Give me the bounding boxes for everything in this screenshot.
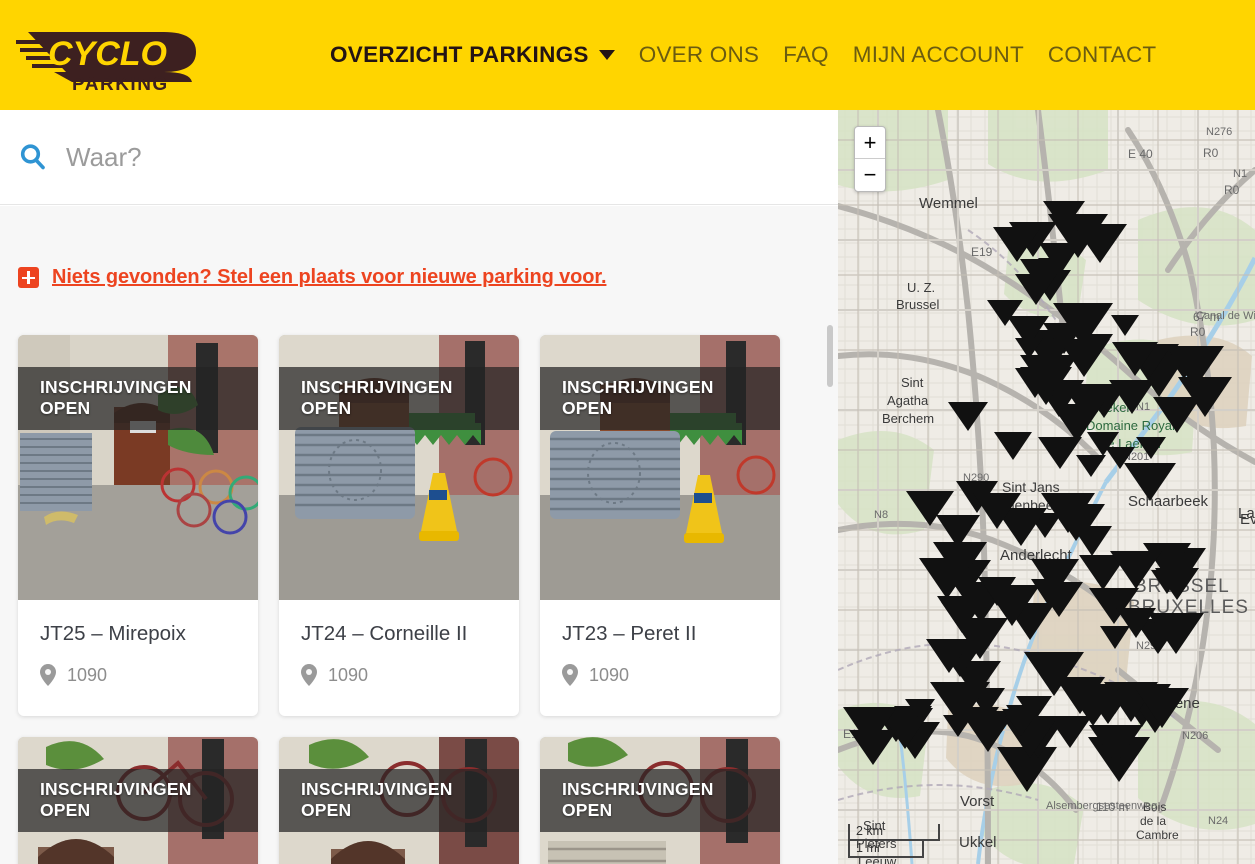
nav-label: MIJN ACCOUNT	[852, 42, 1024, 67]
parking-zip: 1090	[67, 664, 108, 685]
suggest-new-parking-link[interactable]: Niets gevonden? Stel een plaats voor nie…	[52, 266, 607, 289]
parking-card-image: INSCHRIJVINGEN OPEN	[279, 335, 519, 600]
nav-label: OVER ONS	[638, 42, 760, 67]
map-panel[interactable]: Wemmel U. Z. Brussel Sint Agatha Berchem Sint …	[838, 110, 1255, 864]
status-badge: INSCHRIJVINGEN OPEN	[279, 367, 519, 431]
parking-card-body: JT23 – Peret II 1090	[540, 600, 780, 716]
nav-label: OVERZICHT PARKINGS	[330, 42, 589, 67]
parking-card[interactable]: INSCHRIJVINGEN OPEN JT23 – Peret II 1090	[540, 335, 780, 716]
map-pin-icon	[562, 664, 578, 686]
nav-item-mijn-account[interactable]: MIJN ACCOUNT	[853, 42, 1048, 68]
parking-location: 1090	[40, 664, 236, 686]
list-scrollbar[interactable]	[827, 206, 835, 864]
parking-zip: 1090	[328, 664, 369, 685]
nav-label: CONTACT	[1047, 42, 1157, 67]
status-badge: INSCHRIJVINGEN OPEN	[279, 769, 519, 833]
parking-location: 1090	[562, 664, 758, 686]
map-tiles	[838, 110, 1255, 864]
status-badge: INSCHRIJVINGEN OPEN	[540, 367, 780, 431]
svg-text:PARKING: PARKING	[72, 74, 169, 95]
parking-card-image: INSCHRIJVINGEN OPEN	[279, 737, 519, 864]
search-icon[interactable]	[16, 140, 50, 174]
scale-mi-label: 1 mi	[848, 841, 924, 858]
nav-item-faq[interactable]: FAQ	[783, 42, 853, 68]
zoom-out-button[interactable]: −	[855, 159, 885, 191]
parking-zip: 1090	[589, 664, 630, 685]
parking-card[interactable]: INSCHRIJVINGEN OPEN	[279, 737, 519, 864]
map-pin-icon	[301, 664, 317, 686]
search-input[interactable]	[66, 141, 666, 173]
logo-icon: CYCLO PARKING	[16, 32, 196, 95]
parking-list-panel: Niets gevonden? Stel een plaats voor nie…	[0, 206, 838, 864]
map-scale-bar: 2 km 1 mi	[848, 824, 940, 858]
parking-card[interactable]: INSCHRIJVINGEN OPEN JT24 – Corneille II …	[279, 335, 519, 716]
suggest-new-parking-row[interactable]: Niets gevonden? Stel een plaats voor nie…	[18, 266, 607, 289]
parking-card[interactable]: INSCHRIJVINGEN OPEN	[540, 737, 780, 864]
main-navigation: OVERZICHT PARKINGS OVER ONS FAQ MIJN ACC…	[330, 0, 1180, 110]
map-pin-icon	[40, 664, 56, 686]
parking-card-body: JT25 – Mirepoix 1090	[18, 600, 258, 716]
cyclo-parking-logo[interactable]: CYCLO PARKING	[14, 18, 200, 96]
nav-item-contact[interactable]: CONTACT	[1048, 42, 1180, 68]
search-bar	[0, 110, 838, 205]
parking-title: JT23 – Peret II	[562, 622, 697, 645]
zoom-in-button[interactable]: +	[855, 127, 885, 159]
nav-item-overzicht-parkings[interactable]: OVERZICHT PARKINGS	[330, 42, 639, 68]
parking-card-body: JT24 – Corneille II 1090	[279, 600, 519, 716]
scale-km-label: 2 km	[848, 824, 940, 841]
parking-card-grid: INSCHRIJVINGEN OPEN JT25 – Mirepoix 1090	[18, 335, 818, 864]
nav-label: FAQ	[783, 42, 829, 67]
parking-title: JT25 – Mirepoix	[40, 622, 186, 645]
parking-title: JT24 – Corneille II	[301, 622, 468, 645]
nav-item-over-ons[interactable]: OVER ONS	[639, 42, 783, 68]
parking-card-image: INSCHRIJVINGEN OPEN	[540, 737, 780, 864]
status-badge: INSCHRIJVINGEN OPEN	[540, 769, 780, 833]
parking-card-image: INSCHRIJVINGEN OPEN	[18, 335, 258, 600]
parking-card[interactable]: INSCHRIJVINGEN OPEN JT25 – Mirepoix 1090	[18, 335, 258, 716]
svg-text:CYCLO: CYCLO	[48, 35, 167, 73]
parking-card-image: INSCHRIJVINGEN OPEN	[18, 737, 258, 864]
map-zoom-controls: + −	[854, 126, 886, 192]
list-scrollbar-thumb[interactable]	[827, 325, 833, 387]
plus-icon	[18, 267, 39, 288]
parking-card[interactable]: INSCHRIJVINGEN OPEN	[18, 737, 258, 864]
site-header: CYCLO PARKING OVERZICHT PARKINGS OVER ON…	[0, 0, 1255, 110]
parking-card-image: INSCHRIJVINGEN OPEN	[540, 335, 780, 600]
status-badge: INSCHRIJVINGEN OPEN	[18, 367, 258, 431]
parking-location: 1090	[301, 664, 497, 686]
chevron-down-icon	[598, 50, 615, 60]
status-badge: INSCHRIJVINGEN OPEN	[18, 769, 258, 833]
